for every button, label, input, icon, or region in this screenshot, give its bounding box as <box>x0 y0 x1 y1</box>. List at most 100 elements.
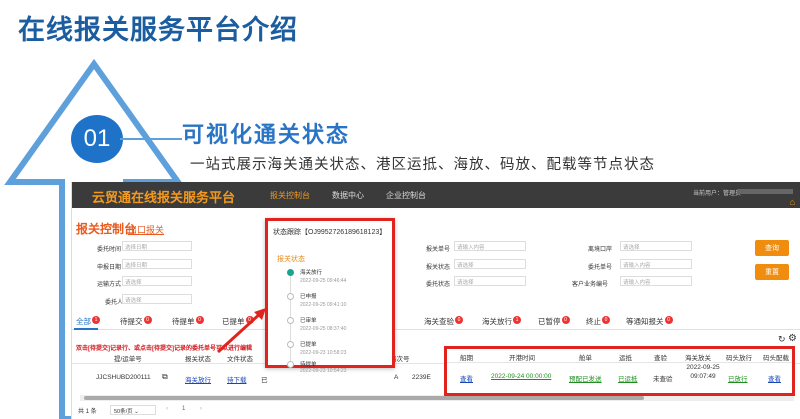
arrival-status[interactable]: 已运抵 <box>618 373 638 383</box>
timeline-dot <box>287 317 294 324</box>
control-subtitle[interactable]: 出口报关 <box>128 223 164 236</box>
prev-page-icon[interactable]: ‹ <box>166 406 168 412</box>
filter-input[interactable]: 选择日期 <box>122 241 192 251</box>
customs-status-link[interactable]: 海关放行 <box>185 374 211 384</box>
popup-status-label: 报关状态 <box>277 256 305 263</box>
filter-input[interactable]: 请输入内容 <box>454 241 526 251</box>
filter-input[interactable]: 选择日期 <box>122 259 192 269</box>
file-status-link[interactable]: 待下载 <box>227 374 247 384</box>
partial-cell: 已 <box>261 377 268 384</box>
page-number[interactable]: 1 <box>182 406 185 412</box>
section-description: 一站式展示海关通关状态、港区运抵、海放、码放、配载等节点状态 <box>190 157 655 173</box>
tab-terminated[interactable]: 终止 0 <box>586 316 610 327</box>
timeline-step-time: 2022-09-23 10:58:23 <box>300 350 347 356</box>
header-divider <box>447 362 792 363</box>
tab-bill-submitted[interactable]: 已提单 0 <box>222 316 254 327</box>
control-title: 报关控制台 <box>76 222 137 236</box>
terminal-stowage-link[interactable]: 查看 <box>768 373 781 383</box>
home-icon[interactable]: ⌂ <box>790 197 795 207</box>
page-size-label: 50条/页 <box>114 409 133 415</box>
total-count: 共 1 条 <box>78 409 97 415</box>
status-tabs: 全部 1 待提交 0 待提单 0 已提单 0 海关查验 0 海关放行 1 已暂停 0 终止 0 … <box>72 316 800 330</box>
timeline-step-time: 2022-09-23 10:54:23 <box>300 368 347 374</box>
active-tab-underline <box>74 328 98 330</box>
tab-pending-bill[interactable]: 待提单 0 <box>172 316 204 327</box>
filter-select[interactable]: 请选择 <box>122 294 192 304</box>
tab-count-badge: 0 <box>455 316 463 324</box>
column-header: 文件状态 <box>227 356 253 363</box>
page-size-select[interactable]: 50条/页 ⌄ <box>110 405 156 415</box>
tab-count-badge: 0 <box>143 316 152 324</box>
nav-data-center[interactable]: 数据中心 <box>332 190 364 201</box>
tab-pending-submit[interactable]: 待提交 0 <box>120 316 152 327</box>
filter-select[interactable]: 请选择 <box>122 276 192 286</box>
tab-label: 待提单 <box>172 317 195 326</box>
filter-label: 报关单号 <box>426 247 451 253</box>
timeline-dot <box>287 293 294 300</box>
popup-title: 状态跟踪【OJ995272618961812​3】 <box>273 229 387 236</box>
filter-label: 委托状态 <box>426 282 451 288</box>
schedule-view-link[interactable]: 查看 <box>460 373 473 383</box>
port-open-time[interactable]: 2022-09-24 00:00:00 <box>491 373 551 380</box>
tab-divider <box>72 329 800 330</box>
tab-all[interactable]: 全部 1 <box>76 316 100 327</box>
terminal-release-status[interactable]: 已放行 <box>728 373 748 383</box>
tab-label: 海关查验 <box>424 317 454 326</box>
current-user: 当前用户：管理员 <box>692 191 741 197</box>
tab-label: 已暂停 <box>538 317 561 326</box>
filter-label: 运输方式 <box>97 282 122 288</box>
tab-label: 待提交 <box>120 317 143 326</box>
filter-input[interactable]: 请输入内容 <box>620 259 692 269</box>
timeline-step-name: 已提单 <box>300 342 317 348</box>
timeline-step-time: 2022-09-25 09:46:44 <box>300 278 347 284</box>
column-header: 舱单 <box>579 355 592 362</box>
timeline-step-time: 2022-09-25 08:37:40 <box>300 326 347 332</box>
filter-label: 委托时间 <box>97 247 122 253</box>
tab-label: 等通知报关 <box>626 317 664 326</box>
filter-input[interactable]: 请输入内容 <box>620 276 692 286</box>
filter-label: 报关状态 <box>426 265 451 271</box>
filter-label: 离境口岸 <box>588 247 613 253</box>
tab-count-badge: 0 <box>602 316 610 324</box>
tab-count-badge: 1 <box>92 316 100 324</box>
column-header: 码头配载 <box>763 355 789 362</box>
column-header: 码头放行 <box>726 355 752 362</box>
voyage-number: 2239E <box>412 374 431 381</box>
tab-wait-notice[interactable]: 等通知报关 0 <box>626 316 673 327</box>
column-header: 提/运单号 <box>114 356 142 363</box>
timeline-step-name: 已审单 <box>300 318 317 324</box>
scrollbar-thumb[interactable] <box>84 396 644 400</box>
tab-label: 全部 <box>76 317 91 326</box>
timeline-dot-active <box>287 269 294 276</box>
connector-line <box>120 138 182 140</box>
tab-paused[interactable]: 已暂停 0 <box>538 316 570 327</box>
timeline-step-name: 待提单 <box>300 362 317 368</box>
gear-icon[interactable]: ⚙ <box>788 333 797 344</box>
reset-button[interactable]: 重置 <box>755 264 789 280</box>
tab-customs-inspection[interactable]: 海关查验 0 <box>424 316 463 327</box>
filter-select[interactable]: 请选择 <box>454 276 526 286</box>
refresh-icon[interactable]: ↻ <box>778 334 786 345</box>
column-header: 开港时间 <box>509 355 535 362</box>
tab-label: 海关放行 <box>482 317 512 326</box>
status-columns-highlight: 船期 开港时间 舱单 运抵 查验 海关放关 码头放行 码头配载 查看 2022-… <box>444 346 795 396</box>
tab-count-badge: 1 <box>513 316 521 324</box>
filter-select[interactable]: 请选择 <box>620 241 692 251</box>
tab-count-badge: 0 <box>245 316 254 324</box>
next-page-icon[interactable]: › <box>200 406 202 412</box>
slide-title: 在线报关服务平台介绍 <box>18 15 298 45</box>
bill-number[interactable]: JJCSHUBD200111 <box>96 374 151 381</box>
query-button[interactable]: 查询 <box>755 240 789 256</box>
tab-count-badge: 0 <box>664 316 673 324</box>
top-navbar: 云贸通在线报关服务平台 报关控制台 数据中心 企业控制台 当前用户：管理员 ⌂ <box>72 182 800 208</box>
tab-label: 已提单 <box>222 317 245 326</box>
filter-label: 客户业务编号 <box>572 282 609 288</box>
manifest-status[interactable]: 预配已发送 <box>569 373 602 383</box>
tab-customs-release[interactable]: 海关放行 1 <box>482 316 521 327</box>
nav-enterprise-console[interactable]: 企业控制台 <box>386 190 426 201</box>
app-brand: 云贸通在线报关服务平台 <box>92 190 236 205</box>
filter-select[interactable]: 请选择 <box>454 259 526 269</box>
filter-label: 委托人 <box>105 300 124 306</box>
copy-icon[interactable]: ⧉ <box>162 372 168 382</box>
nav-customs-console[interactable]: 报关控制台 <box>270 190 310 201</box>
